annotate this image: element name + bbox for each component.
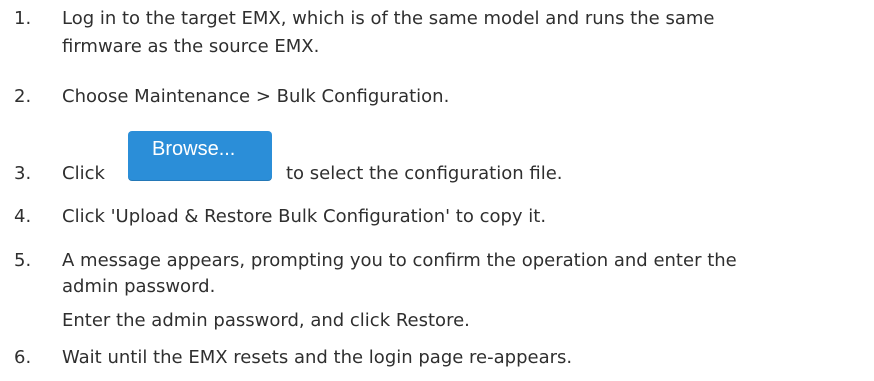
step-number: 5. (14, 250, 32, 271)
browse-button-label: Browse... (152, 138, 236, 160)
step-number: 1. (14, 8, 32, 29)
step-text: Log in to the target EMX, which is of th… (62, 8, 715, 29)
step-text-continued: to select the configuration file. (286, 163, 563, 184)
step-number: 6. (14, 347, 32, 368)
step-note: Enter the admin password, and click Rest… (62, 310, 470, 331)
step-number: 3. (14, 163, 32, 184)
step-text: A message appears, prompting you to conf… (62, 250, 737, 271)
step-text-continued: firmware as the source EMX. (62, 36, 320, 57)
step-number: 2. (14, 86, 32, 107)
instruction-list: 1. Log in to the target EMX, which is of… (0, 0, 874, 381)
step-text: Click 'Upload & Restore Bulk Configurati… (62, 206, 547, 227)
browse-button[interactable]: Browse... (128, 131, 272, 181)
step-text-continued: admin password. (62, 276, 216, 297)
step-text: Wait until the EMX resets and the login … (62, 347, 573, 368)
step-text: Choose Maintenance > Bulk Configuration. (62, 86, 450, 107)
step-number: 4. (14, 206, 32, 227)
